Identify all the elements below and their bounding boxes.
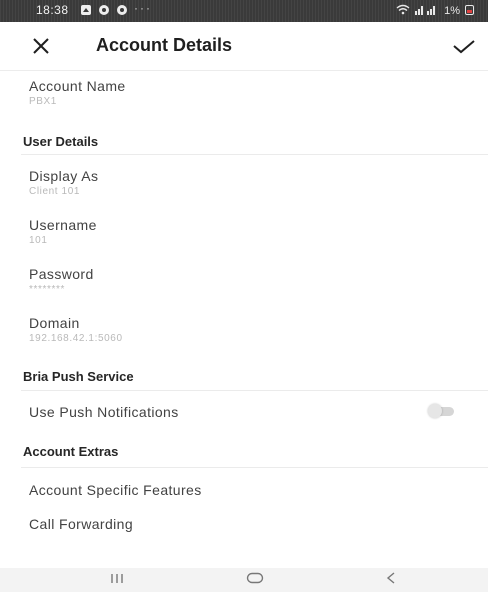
display-as-field[interactable]: Display As Client 101 bbox=[29, 168, 98, 197]
account-name-value: PBX1 bbox=[29, 96, 57, 107]
account-specific-features-item[interactable]: Account Specific Features bbox=[29, 482, 202, 498]
divider bbox=[21, 390, 488, 391]
wifi-icon bbox=[396, 4, 410, 18]
status-time: 18:38 bbox=[36, 3, 69, 17]
divider bbox=[21, 467, 488, 468]
status-bar: 18:38 ··· 1% bbox=[0, 0, 488, 22]
page-title: Account Details bbox=[96, 35, 233, 55]
divider bbox=[21, 154, 488, 155]
status-more-dots: ··· bbox=[134, 1, 152, 15]
section-bria-push-service: Bria Push Service bbox=[23, 369, 134, 384]
battery-icon bbox=[465, 4, 474, 18]
message-icon bbox=[98, 4, 110, 16]
home-icon bbox=[246, 572, 264, 584]
domain-label: Domain bbox=[29, 315, 80, 331]
domain-field[interactable]: Domain 192.168.42.1:5060 bbox=[29, 315, 123, 344]
username-field[interactable]: Username 101 bbox=[29, 217, 97, 246]
section-account-extras: Account Extras bbox=[23, 444, 119, 459]
checkmark-icon bbox=[453, 40, 475, 54]
display-as-value: Client 101 bbox=[29, 186, 81, 197]
section-user-details: User Details bbox=[23, 134, 99, 149]
password-field[interactable]: Password ******** bbox=[29, 266, 94, 295]
status-icons-right: 1% bbox=[396, 4, 474, 18]
close-button[interactable] bbox=[30, 35, 52, 57]
location-icon bbox=[116, 4, 128, 16]
username-label: Username bbox=[29, 217, 97, 233]
account-details-screen: 18:38 ··· 1% Account Details Account Nam… bbox=[0, 0, 488, 592]
back-icon bbox=[386, 572, 395, 584]
home-button[interactable] bbox=[246, 571, 264, 590]
domain-value: 192.168.42.1:5060 bbox=[29, 333, 123, 344]
push-notifications-toggle[interactable] bbox=[428, 404, 454, 418]
back-button[interactable] bbox=[385, 571, 397, 590]
close-icon bbox=[33, 38, 49, 54]
account-name-field[interactable]: Account Name PBX1 bbox=[29, 78, 126, 107]
call-forwarding-item[interactable]: Call Forwarding bbox=[29, 516, 133, 532]
save-button[interactable] bbox=[452, 36, 476, 56]
password-value: ******** bbox=[29, 284, 65, 295]
battery-percent: 1% bbox=[444, 5, 460, 17]
account-name-label: Account Name bbox=[29, 78, 126, 94]
system-nav-bar bbox=[0, 568, 488, 592]
recents-button[interactable] bbox=[110, 571, 124, 590]
display-as-label: Display As bbox=[29, 168, 99, 184]
password-label: Password bbox=[29, 266, 94, 282]
recents-icon bbox=[111, 574, 123, 583]
signal-icon bbox=[415, 4, 439, 18]
notification-icon bbox=[80, 4, 92, 16]
app-bar: Account Details bbox=[0, 22, 488, 71]
toggle-knob bbox=[428, 404, 442, 418]
use-push-notifications-label: Use Push Notifications bbox=[29, 404, 179, 420]
status-icons-left bbox=[80, 4, 128, 16]
username-value: 101 bbox=[29, 235, 48, 246]
